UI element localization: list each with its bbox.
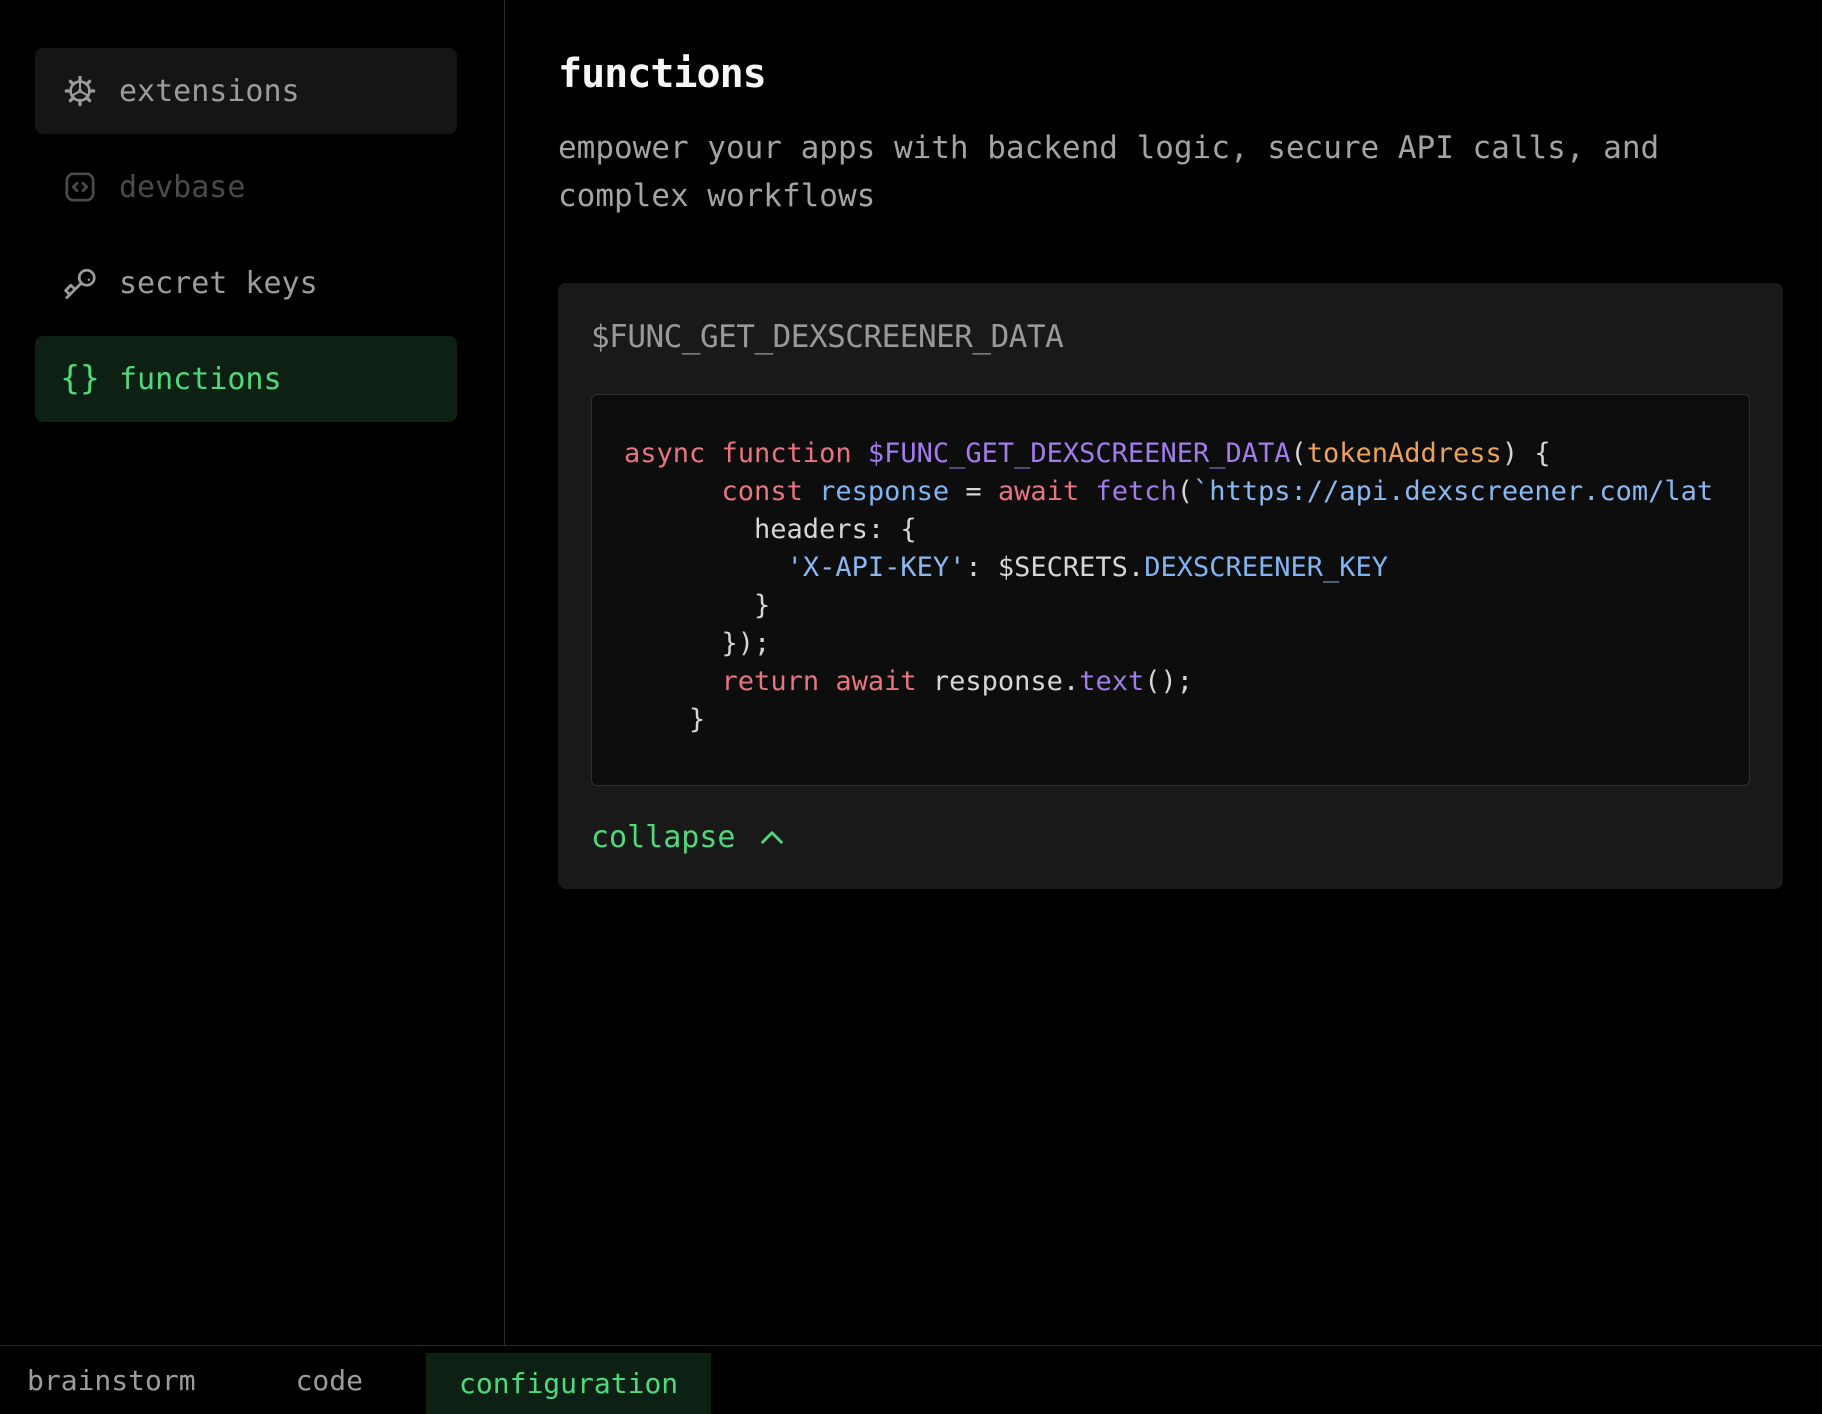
code-line: } bbox=[624, 701, 1749, 739]
bottom-tab-bar: brainstorm code configuration bbox=[0, 1345, 1822, 1414]
chevron-up-icon bbox=[756, 827, 788, 848]
code-line: } bbox=[624, 587, 1749, 625]
braces-icon: {} bbox=[60, 359, 100, 399]
sidebar-list: extensions devbase secret keys {} functions bbox=[35, 48, 504, 422]
tab-label: configuration bbox=[459, 1367, 678, 1400]
page-title: functions bbox=[558, 50, 1822, 98]
code-line: return await response.text(); bbox=[624, 663, 1749, 701]
code-line: 'X-API-KEY': $SECRETS.DEXSCREENER_KEY bbox=[624, 549, 1749, 587]
function-card: $FUNC_GET_DEXSCREENER_DATA async functio… bbox=[558, 283, 1783, 889]
code-box-icon bbox=[60, 167, 100, 207]
sidebar-item-label: functions bbox=[119, 362, 282, 397]
tab-label: code bbox=[296, 1364, 363, 1397]
sidebar-item-label: devbase bbox=[119, 170, 245, 205]
function-card-title: $FUNC_GET_DEXSCREENER_DATA bbox=[591, 317, 1750, 357]
sidebar-item-secret-keys[interactable]: secret keys bbox=[35, 240, 457, 326]
key-icon bbox=[60, 263, 100, 303]
main-panel: functions empower your apps with backend… bbox=[506, 0, 1822, 1345]
sidebar-item-functions[interactable]: {} functions bbox=[35, 336, 457, 422]
sidebar: extensions devbase secret keys {} functions bbox=[0, 0, 505, 1345]
code-block: async function $FUNC_GET_DEXSCREENER_DAT… bbox=[591, 394, 1750, 786]
gear-icon bbox=[60, 71, 100, 111]
collapse-label: collapse bbox=[591, 820, 736, 855]
code-line: const response = await fetch(`https://ap… bbox=[624, 473, 1749, 511]
sidebar-item-label: secret keys bbox=[119, 266, 318, 301]
page-subtitle: empower your apps with backend logic, se… bbox=[558, 124, 1718, 220]
sidebar-item-extensions[interactable]: extensions bbox=[35, 48, 457, 134]
tab-configuration[interactable]: configuration bbox=[426, 1353, 711, 1414]
sidebar-item-devbase[interactable]: devbase bbox=[35, 144, 457, 230]
code-line: async function $FUNC_GET_DEXSCREENER_DAT… bbox=[624, 435, 1749, 473]
tab-brainstorm[interactable]: brainstorm bbox=[0, 1346, 223, 1414]
code-line: headers: { bbox=[624, 511, 1749, 549]
code-line: }); bbox=[624, 625, 1749, 663]
sidebar-item-label: extensions bbox=[119, 74, 300, 109]
tab-code[interactable]: code bbox=[268, 1346, 391, 1414]
collapse-button[interactable]: collapse bbox=[591, 820, 788, 855]
tab-label: brainstorm bbox=[27, 1364, 196, 1397]
